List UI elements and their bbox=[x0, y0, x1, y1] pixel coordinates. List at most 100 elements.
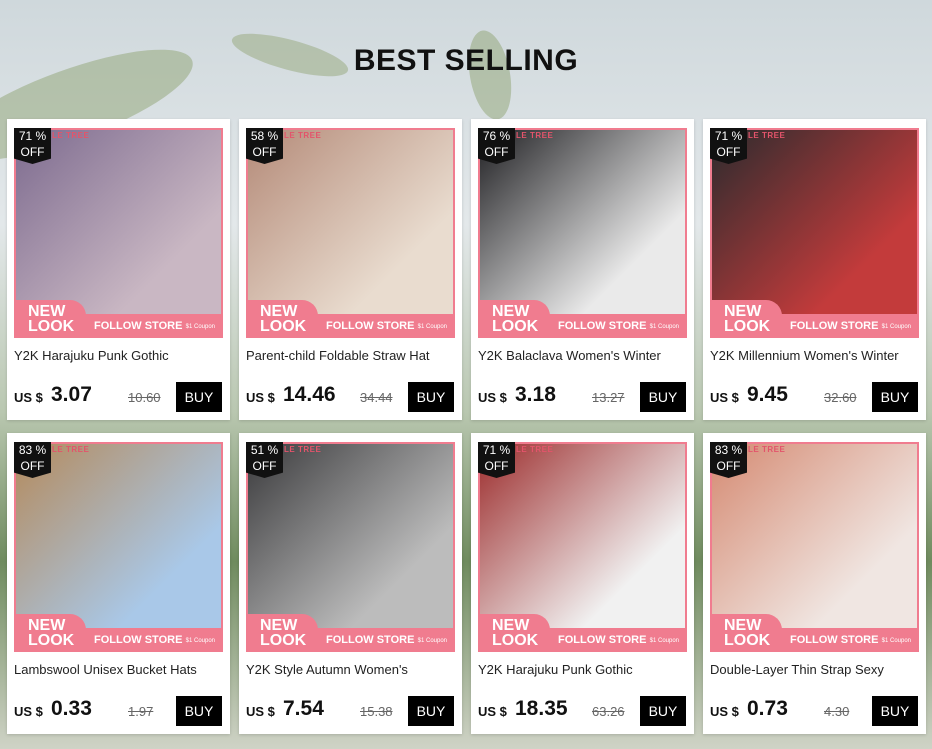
new-look-line-1: NEW bbox=[492, 617, 530, 634]
product-title[interactable]: Double-Layer Thin Strap Sexy bbox=[710, 662, 922, 677]
page-title: BEST SELLING bbox=[353, 44, 579, 77]
currency-label: US $ bbox=[478, 704, 507, 719]
original-price: 13.27 bbox=[592, 390, 625, 405]
product-card[interactable]: LE TREE NEW LOOK FOLLOW STORE $1 Coupon … bbox=[7, 433, 230, 734]
discount-off: OFF bbox=[252, 459, 277, 473]
product-title[interactable]: Y2K Harajuku Punk Gothic bbox=[14, 348, 226, 363]
follow-store-link[interactable]: FOLLOW STORE bbox=[558, 320, 646, 332]
buy-button[interactable]: BUY bbox=[176, 382, 222, 412]
buy-button[interactable]: BUY bbox=[872, 696, 918, 726]
new-look-line-1: NEW bbox=[260, 617, 298, 634]
new-look-line-1: NEW bbox=[260, 303, 298, 320]
original-price: 63.26 bbox=[592, 704, 625, 719]
discount-badge: 51 % OFF bbox=[246, 442, 283, 478]
store-tag: LE TREE bbox=[748, 445, 786, 454]
price-row: US $ 14.46 34.44 BUY bbox=[246, 382, 458, 413]
product-card[interactable]: LE TREE NEW LOOK FOLLOW STORE $1 Coupon … bbox=[471, 433, 694, 734]
store-tag: LE TREE bbox=[516, 445, 554, 454]
new-look-line-1: NEW bbox=[28, 303, 66, 320]
store-tag: LE TREE bbox=[284, 445, 322, 454]
coupon-label: $1 Coupon bbox=[649, 638, 679, 644]
discount-badge: 71 % OFF bbox=[478, 442, 515, 478]
new-look-badge: NEW LOOK bbox=[248, 300, 318, 336]
discount-off: OFF bbox=[20, 145, 45, 159]
discount-badge: 83 % OFF bbox=[710, 442, 747, 478]
discount-percent: 71 % bbox=[482, 443, 511, 457]
new-look-line-2: LOOK bbox=[260, 632, 307, 649]
follow-store-link[interactable]: FOLLOW STORE bbox=[326, 634, 414, 646]
discount-off: OFF bbox=[20, 459, 45, 473]
sale-price: 9.45 bbox=[747, 383, 788, 406]
discount-off: OFF bbox=[716, 145, 741, 159]
product-card[interactable]: LE TREE NEW LOOK FOLLOW STORE $1 Coupon … bbox=[239, 119, 462, 420]
new-look-line-2: LOOK bbox=[28, 632, 75, 649]
follow-store-link[interactable]: FOLLOW STORE bbox=[558, 634, 646, 646]
discount-percent: 71 % bbox=[714, 129, 743, 143]
follow-store-link[interactable]: FOLLOW STORE bbox=[790, 320, 878, 332]
new-look-badge: NEW LOOK bbox=[248, 614, 318, 650]
price-row: US $ 0.73 4.30 BUY bbox=[710, 696, 922, 727]
original-price: 10.60 bbox=[128, 390, 161, 405]
sale-price: 3.07 bbox=[51, 383, 92, 406]
product-card[interactable]: LE TREE NEW LOOK FOLLOW STORE $1 Coupon … bbox=[703, 433, 926, 734]
product-title[interactable]: Parent-child Foldable Straw Hat bbox=[246, 348, 458, 363]
product-card[interactable]: LE TREE NEW LOOK FOLLOW STORE $1 Coupon … bbox=[239, 433, 462, 734]
currency-label: US $ bbox=[246, 704, 275, 719]
buy-button[interactable]: BUY bbox=[640, 696, 686, 726]
price-row: US $ 9.45 32.60 BUY bbox=[710, 382, 922, 413]
discount-percent: 76 % bbox=[482, 129, 511, 143]
buy-button[interactable]: BUY bbox=[640, 382, 686, 412]
product-title[interactable]: Y2K Balaclava Women's Winter bbox=[478, 348, 690, 363]
new-look-line-1: NEW bbox=[28, 617, 66, 634]
store-tag: LE TREE bbox=[52, 445, 90, 454]
discount-percent: 51 % bbox=[250, 443, 279, 457]
follow-store-link[interactable]: FOLLOW STORE bbox=[326, 320, 414, 332]
product-card[interactable]: LE TREE NEW LOOK FOLLOW STORE $1 Coupon … bbox=[703, 119, 926, 420]
currency-label: US $ bbox=[246, 390, 275, 405]
store-tag: LE TREE bbox=[52, 131, 90, 140]
coupon-label: $1 Coupon bbox=[417, 324, 447, 330]
original-price: 34.44 bbox=[360, 390, 393, 405]
discount-percent: 83 % bbox=[714, 443, 743, 457]
product-title[interactable]: Y2K Style Autumn Women's bbox=[246, 662, 458, 677]
buy-button[interactable]: BUY bbox=[408, 382, 454, 412]
price-row: US $ 3.18 13.27 BUY bbox=[478, 382, 690, 413]
new-look-line-2: LOOK bbox=[492, 318, 539, 335]
buy-button[interactable]: BUY bbox=[408, 696, 454, 726]
discount-off: OFF bbox=[252, 145, 277, 159]
follow-store-link[interactable]: FOLLOW STORE bbox=[94, 320, 182, 332]
buy-button[interactable]: BUY bbox=[176, 696, 222, 726]
store-tag: LE TREE bbox=[748, 131, 786, 140]
coupon-label: $1 Coupon bbox=[185, 638, 215, 644]
product-card[interactable]: LE TREE NEW LOOK FOLLOW STORE $1 Coupon … bbox=[7, 119, 230, 420]
discount-badge: 71 % OFF bbox=[710, 128, 747, 164]
product-title[interactable]: Lambswool Unisex Bucket Hats bbox=[14, 662, 226, 677]
product-card[interactable]: LE TREE NEW LOOK FOLLOW STORE $1 Coupon … bbox=[471, 119, 694, 420]
new-look-line-2: LOOK bbox=[28, 318, 75, 335]
currency-label: US $ bbox=[710, 390, 739, 405]
discount-percent: 58 % bbox=[250, 129, 279, 143]
discount-off: OFF bbox=[716, 459, 741, 473]
store-tag: LE TREE bbox=[516, 131, 554, 140]
new-look-badge: NEW LOOK bbox=[480, 614, 550, 650]
product-title[interactable]: Y2K Millennium Women's Winter bbox=[710, 348, 922, 363]
sale-price: 14.46 bbox=[283, 383, 336, 406]
product-title[interactable]: Y2K Harajuku Punk Gothic bbox=[478, 662, 690, 677]
follow-store-link[interactable]: FOLLOW STORE bbox=[94, 634, 182, 646]
new-look-line-2: LOOK bbox=[724, 318, 771, 335]
follow-store-link[interactable]: FOLLOW STORE bbox=[790, 634, 878, 646]
discount-badge: 58 % OFF bbox=[246, 128, 283, 164]
discount-badge: 71 % OFF bbox=[14, 128, 51, 164]
sale-price: 18.35 bbox=[515, 697, 568, 720]
price-row: US $ 0.33 1.97 BUY bbox=[14, 696, 226, 727]
original-price: 15.38 bbox=[360, 704, 393, 719]
new-look-badge: NEW LOOK bbox=[16, 300, 86, 336]
buy-button[interactable]: BUY bbox=[872, 382, 918, 412]
original-price: 4.30 bbox=[824, 704, 850, 719]
currency-label: US $ bbox=[478, 390, 507, 405]
sale-price: 0.73 bbox=[747, 697, 788, 720]
new-look-badge: NEW LOOK bbox=[712, 614, 782, 650]
discount-off: OFF bbox=[484, 145, 509, 159]
coupon-label: $1 Coupon bbox=[649, 324, 679, 330]
new-look-line-2: LOOK bbox=[724, 632, 771, 649]
